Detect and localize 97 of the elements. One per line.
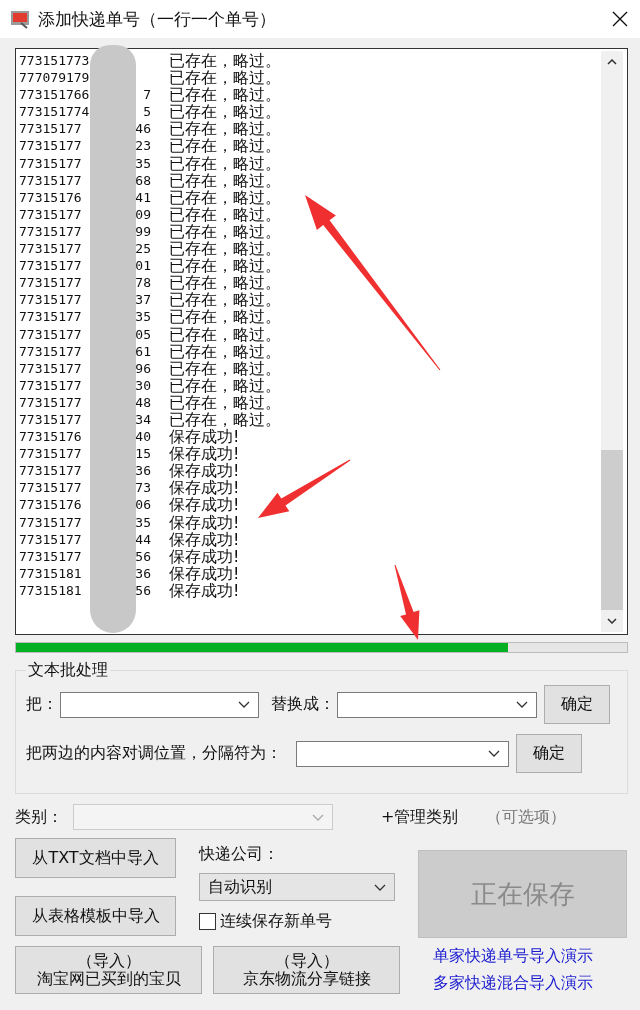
log-line-number: 77315177 68 (19, 171, 151, 189)
log-line-number: 77315177 30 (19, 376, 151, 394)
log-line-number: 77315177 46 (19, 120, 151, 138)
confirm-button[interactable]: 确定 (516, 734, 582, 773)
window-title: 添加快递单号（一行一个单号） (38, 7, 277, 31)
log-line-number: 77315176 06 (19, 496, 151, 514)
log-line-status: 已存在，略过。 (169, 154, 281, 172)
log-line-number: 77315177 05 (19, 325, 151, 343)
confirm-button[interactable]: 确定 (544, 685, 610, 724)
log-line-status: 保存成功! (169, 445, 240, 463)
import-button[interactable]: 从表格模板中导入 (15, 896, 176, 936)
log-line-number: 773151774 5 (19, 103, 151, 121)
log-line-status: 已存在，略过。 (169, 69, 281, 87)
find-combo[interactable] (60, 691, 259, 718)
log-line-number: 77315177 35 (19, 513, 151, 531)
app-icon (10, 9, 30, 29)
courier-label: 快递公司： (199, 844, 280, 865)
log-line-number: 773151773 (19, 52, 91, 70)
chevron-icon (312, 813, 324, 821)
log-line-number: 77315177 36 (19, 462, 151, 480)
log-line-status: 已存在，略过。 (169, 376, 281, 394)
demo-link[interactable]: 单家快递单号导入演示 (433, 946, 593, 967)
log-line-number: 77315177 44 (19, 530, 151, 548)
import-button[interactable]: 从TXT文档中导入 (15, 838, 176, 878)
log-line-status: 已存在，略过。 (169, 222, 281, 241)
chevron-icon (374, 883, 386, 891)
replace-with-label: 替换成： (271, 694, 335, 715)
chevron-icon (488, 750, 500, 757)
log-line-status: 已存在，略过。 (169, 410, 281, 429)
log-line-number: 777079179 (19, 69, 91, 87)
demo-link[interactable]: 多家快递混合导入演示 (433, 973, 593, 994)
log-line-status: 已存在，略过。 (169, 188, 281, 206)
log-line-number: 77315177 09 (19, 205, 151, 223)
swap-label: 把两边的内容对调位置，分隔符为： (26, 743, 282, 764)
log-line-number: 773151766 7 (19, 86, 151, 104)
log-line-status: 已存在，略过。 (169, 359, 281, 377)
log-line-status: 已存在，略过。 (169, 137, 281, 155)
log-line-number: 77315177 15 (19, 445, 151, 463)
scroll-up-icon[interactable] (607, 59, 617, 65)
log-line-status: 已存在，略过。 (169, 325, 281, 343)
log-line-number: 77315177 01 (19, 257, 151, 275)
log-line-status: 已存在，略过。 (169, 257, 281, 275)
log-line-status: 保存成功! (169, 547, 240, 565)
log-line-status: 保存成功! (169, 428, 240, 446)
chevron-icon (238, 701, 250, 708)
checkbox-label: 连续保存新单号 (220, 911, 332, 932)
log-line-status: 保存成功! (169, 530, 240, 548)
log-line-status: 已存在，略过。 (169, 342, 281, 360)
log-line-status: 已存在，略过。 (169, 120, 281, 138)
log-line-number: 77315177 37 (19, 291, 151, 309)
separator-combo[interactable] (296, 740, 509, 767)
group-title: 文本批处理 (26, 660, 110, 681)
log-line-number: 77315177 25 (19, 240, 151, 258)
scroll-thumb[interactable] (601, 450, 623, 610)
log-line-status: 已存在，略过。 (169, 171, 281, 189)
log-line-status: 保存成功! (169, 564, 240, 582)
log-line-number: 77315177 35 (19, 308, 151, 326)
log-line-number: 77315181 56 (19, 581, 151, 599)
replace-label: 把： (26, 694, 58, 715)
scrollbar[interactable] (601, 51, 623, 632)
log-line-number: 77315177 23 (19, 137, 151, 155)
log-line-status: 已存在，略过。 (169, 291, 281, 309)
replace-combo[interactable] (337, 691, 537, 718)
import-button[interactable]: （导入） 京东物流分享链接 (213, 946, 400, 994)
log-line-status: 已存在，略过。 (169, 274, 281, 292)
scroll-down-icon[interactable] (607, 618, 617, 624)
log-line-status: 已存在，略过。 (169, 205, 281, 223)
log-line-number: 77315177 99 (19, 222, 151, 241)
import-button[interactable]: （导入） 淘宝网已买到的宝贝 (15, 946, 202, 994)
log-line-number: 77315177 35 (19, 154, 151, 172)
log-line-number: 77315177 73 (19, 479, 151, 497)
log-line-status: 已存在，略过。 (169, 308, 281, 326)
close-icon[interactable] (612, 11, 628, 27)
log-line-status: 已存在，略过。 (169, 52, 281, 70)
log-line-number: 77315181 36 (19, 564, 151, 582)
log-line-status: 保存成功! (169, 479, 240, 497)
log-line-number: 77315177 56 (19, 547, 151, 565)
chevron-icon (516, 701, 528, 708)
log-line-number: 77315176 40 (19, 428, 151, 446)
optional-hint: （可选项） (486, 806, 567, 828)
log-line-status: 保存成功! (169, 513, 240, 531)
courier-combo[interactable]: 自动识别 (199, 873, 395, 901)
log-line-status: 已存在，略过。 (169, 103, 281, 121)
log-line-number: 77315177 48 (19, 393, 151, 411)
category-label: 类别： (15, 806, 63, 828)
log-line-number: 77315177 96 (19, 359, 151, 377)
log-line-status: 保存成功! (169, 496, 240, 514)
checkbox[interactable] (199, 913, 216, 930)
log-line-status: 保存成功! (169, 581, 240, 599)
log-line-number: 77315176 41 (19, 188, 151, 206)
log-line-number: 77315177 61 (19, 342, 151, 360)
log-line-status: 已存在，略过。 (169, 86, 281, 104)
log-line-status: 已存在，略过。 (169, 240, 281, 258)
log-line-number: 77315177 78 (19, 274, 151, 292)
log-line-status: 已存在，略过。 (169, 393, 281, 411)
log-line-number: 77315177 34 (19, 410, 151, 429)
log-line-status: 保存成功! (169, 462, 240, 480)
